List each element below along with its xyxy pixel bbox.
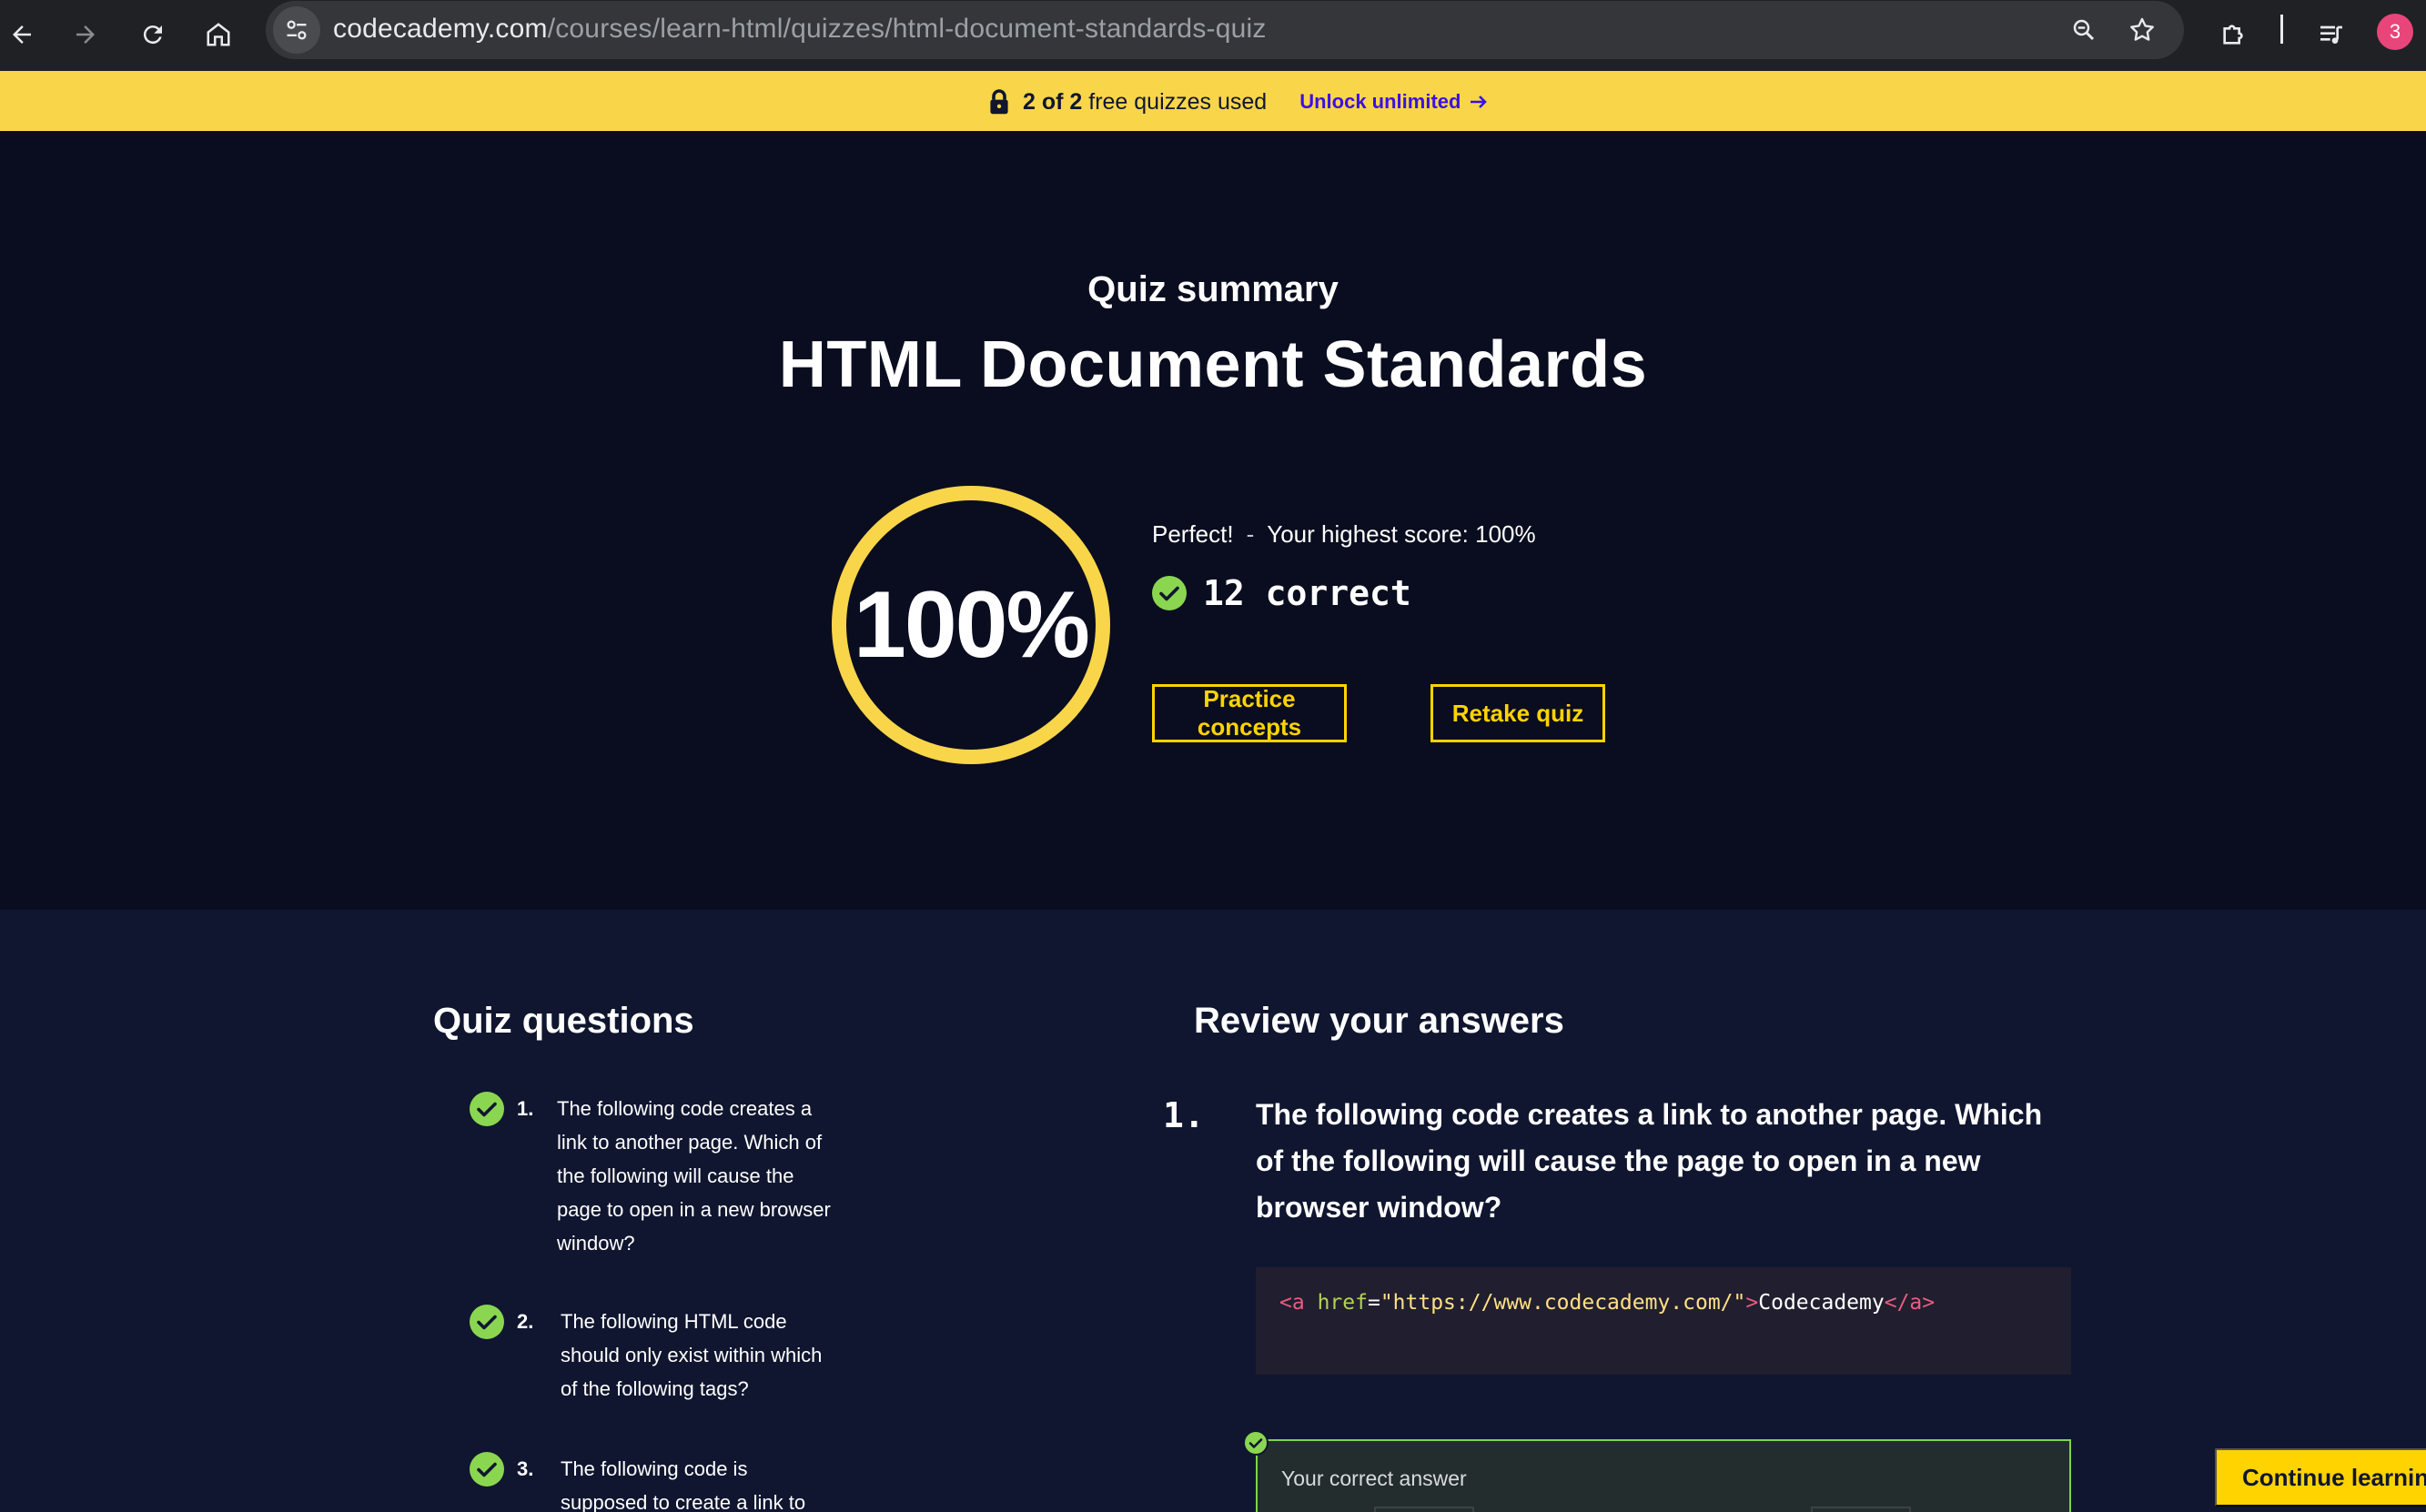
bookmark-star-icon[interactable] <box>2122 10 2162 50</box>
profile-avatar[interactable]: 3 <box>2377 14 2413 50</box>
site-info-icon[interactable] <box>273 6 320 54</box>
question-list-item[interactable]: 1. The following code creates a link to … <box>470 1092 834 1260</box>
question-list-item[interactable]: 2. The following HTML code should only e… <box>470 1305 834 1406</box>
answer-option-stub <box>1374 1507 1474 1512</box>
code-tag: > <box>1745 1291 1759 1315</box>
back-icon[interactable] <box>0 9 47 60</box>
retake-quiz-button[interactable]: Retake quiz <box>1430 684 1605 742</box>
code-tag: <a <box>1279 1291 1305 1315</box>
toolbar-divider <box>2280 15 2283 44</box>
code-eq: = <box>1367 1291 1380 1315</box>
reload-icon[interactable] <box>127 9 178 60</box>
quiz-questions-heading: Quiz questions <box>433 1001 694 1041</box>
review-answers-heading: Review your answers <box>1194 1001 1564 1041</box>
code-snippet: <a href="https://www.codecademy.com/">Co… <box>1256 1267 2071 1375</box>
review-question-number: 1. <box>1163 1095 1205 1135</box>
quiz-review-section: Quiz questions 1. The following code cre… <box>0 910 2426 1512</box>
question-list-item[interactable]: 3. The following code is supposed to cre… <box>470 1452 834 1512</box>
review-question-text: The following code creates a link to ano… <box>1256 1098 2043 1224</box>
code-text: Codecademy <box>1758 1291 1885 1315</box>
check-circle-icon <box>470 1092 504 1126</box>
question-number: 1. <box>517 1097 534 1120</box>
quiz-title: HTML Document Standards <box>778 328 1648 401</box>
verdict-text: Perfect! <box>1152 520 1234 548</box>
check-circle-icon <box>1152 576 1187 610</box>
arrow-right-icon <box>1471 96 1488 108</box>
correct-answer-label: Your correct answer <box>1281 1467 1467 1490</box>
unlock-label: Unlock unlimited <box>1299 90 1461 113</box>
code-string: "https://www.codecademy.com/" <box>1380 1291 1746 1315</box>
score-ring: 100% <box>826 480 1116 770</box>
question-text: The following HTML code should only exis… <box>561 1310 823 1400</box>
correct-answer-box: Your correct answer <box>1256 1439 2071 1512</box>
code-attr: href <box>1317 1291 1368 1315</box>
question-text: The following code creates a link to ano… <box>557 1097 831 1255</box>
url-host: codecademy.com <box>333 14 548 44</box>
check-circle-icon <box>1243 1430 1269 1456</box>
question-number: 2. <box>517 1310 534 1333</box>
check-circle-icon <box>470 1452 504 1487</box>
url-text[interactable]: codecademy.com/courses/learn-html/quizze… <box>333 14 1267 45</box>
browser-toolbar: codecademy.com/courses/learn-html/quizze… <box>0 0 2426 71</box>
check-circle-icon <box>470 1305 504 1339</box>
home-icon[interactable] <box>193 9 244 60</box>
extensions-icon[interactable] <box>2209 11 2257 58</box>
quiz-summary-section: Quiz summary HTML Document Standards 100… <box>0 131 2426 910</box>
quiz-usage-count: 2 of 2 <box>1023 88 1083 115</box>
lock-icon <box>990 89 1008 115</box>
verdict-separator: - <box>1246 520 1255 548</box>
correct-count-row: 12 correct <box>1152 573 1411 613</box>
highest-score-text: Your highest score: 100% <box>1267 520 1536 548</box>
url-path: /courses/learn-html/quizzes/html-documen… <box>547 14 1267 44</box>
practice-concepts-button[interactable]: Practice concepts <box>1152 684 1347 742</box>
answer-option-stub <box>1811 1507 1911 1512</box>
quiz-usage-text: free quizzes used <box>1088 88 1268 115</box>
zoom-icon[interactable] <box>2064 10 2104 50</box>
summary-eyebrow: Quiz summary <box>1087 269 1339 309</box>
code-end-tag: </a> <box>1884 1291 1936 1315</box>
address-bar[interactable]: codecademy.com/courses/learn-html/quizze… <box>266 1 2184 59</box>
unlock-unlimited-link[interactable]: Unlock unlimited <box>1299 90 1488 114</box>
free-quiz-banner: 2 of 2 free quizzes used Unlock unlimite… <box>0 71 2426 131</box>
result-line: Perfect! - Your highest score: 100% <box>1152 520 1536 549</box>
media-queue-icon[interactable] <box>2308 11 2355 58</box>
continue-learning-button[interactable]: Continue learning <box>2215 1448 2426 1507</box>
question-text: The following code is supposed to create… <box>561 1457 806 1512</box>
score-percent: 100% <box>854 571 1090 678</box>
question-number: 3. <box>517 1457 534 1480</box>
correct-count: 12 correct <box>1203 573 1411 613</box>
forward-icon[interactable] <box>60 9 111 60</box>
